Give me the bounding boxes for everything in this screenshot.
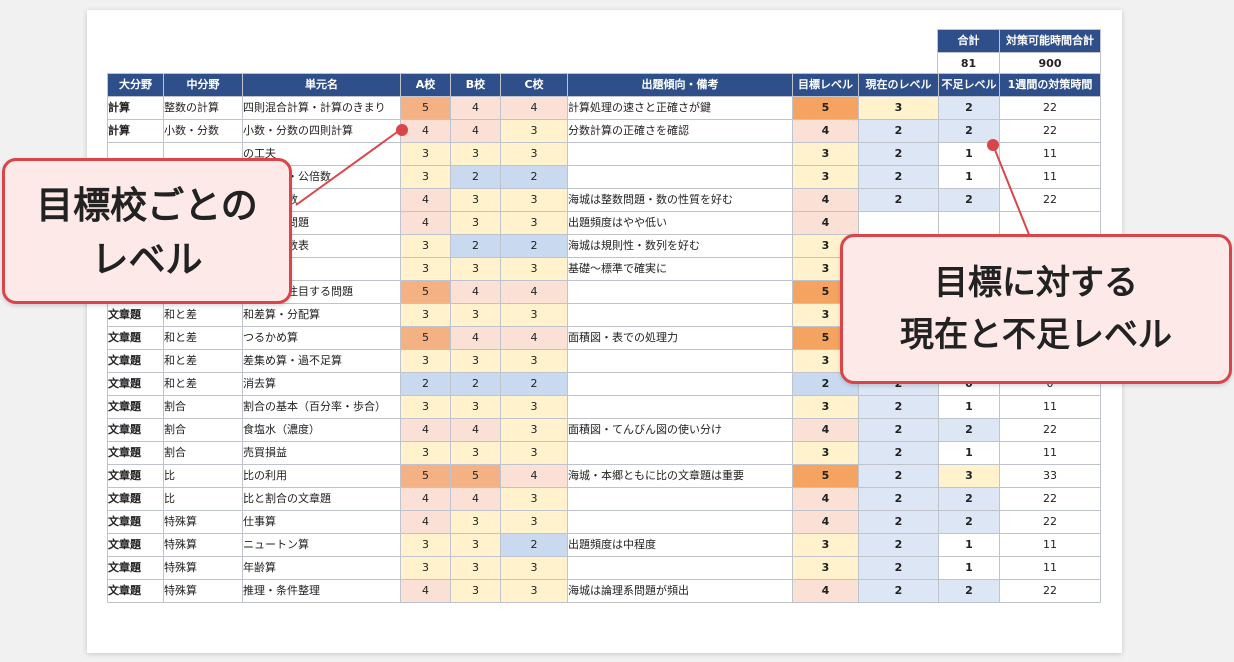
left-pointer-dot [396,124,408,136]
right-pointer-dot [987,139,999,151]
gap-level-callout: 目標に対する 現在と不足レベル [840,234,1232,384]
school-level-callout: 目標校ごとの レベル [2,158,292,304]
left-pointer-line [295,129,401,206]
gap-level-callout-line2: 現在と不足レベル [900,315,1172,355]
school-level-callout-line1: 目標校ごとの [36,184,258,227]
right-pointer-line [992,144,1031,238]
gap-level-callout-line1: 目標に対する [934,263,1138,303]
school-level-callout-line2: レベル [91,238,203,281]
